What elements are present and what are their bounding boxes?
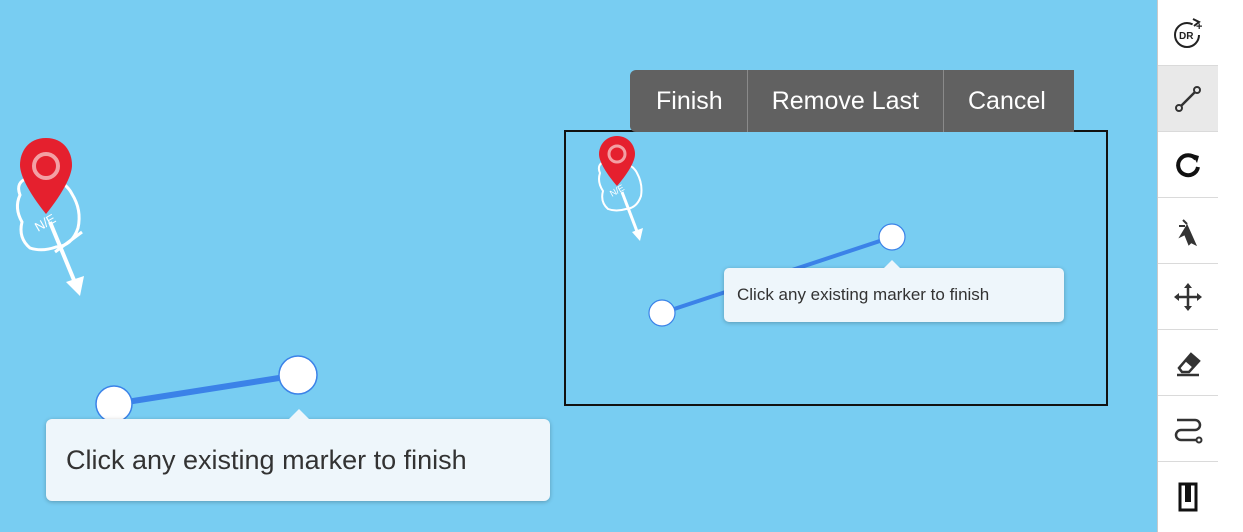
route-icon [1174,418,1203,443]
polyline-icon [1175,85,1201,112]
pointer-icon [1178,218,1198,246]
eraser-tool-button[interactable] [1158,330,1218,396]
draw-actions-bar: Finish Remove Last Cancel [630,70,1074,132]
svg-text:+: + [1196,21,1202,33]
draw-route-icon: DR + [1174,17,1202,48]
cancel-button[interactable]: Cancel [942,70,1074,132]
refresh-icon [1176,152,1200,177]
route-segment [111,372,301,407]
bracket-tool-button[interactable] [1158,462,1218,532]
pointer-tool-button[interactable] [1158,198,1218,264]
draw-hint-tooltip: Click any existing marker to finish [46,409,550,501]
bracket-icon [1178,482,1198,512]
map-canvas[interactable]: N/E N/E Click any existing marker to fin… [0,0,1160,532]
polyline-tool-button[interactable] [1158,66,1218,132]
preview-tooltip: Click any existing marker to finish [724,260,1064,322]
move-icon [1174,282,1202,311]
remove-last-button[interactable]: Remove Last [746,70,943,132]
route-vertex-end[interactable] [278,355,318,395]
finish-button[interactable]: Finish [630,70,747,132]
svg-text:DR: DR [1179,31,1194,42]
route-tool-button[interactable] [1158,396,1218,462]
move-tool-button[interactable] [1158,264,1218,330]
window-edge [1219,0,1243,532]
route-vertex-start[interactable] [95,385,133,423]
refresh-button[interactable] [1158,132,1218,198]
map-toolbar: DR + [1157,0,1220,532]
eraser-icon [1177,351,1201,376]
draw-route-button[interactable]: DR + [1158,0,1218,66]
